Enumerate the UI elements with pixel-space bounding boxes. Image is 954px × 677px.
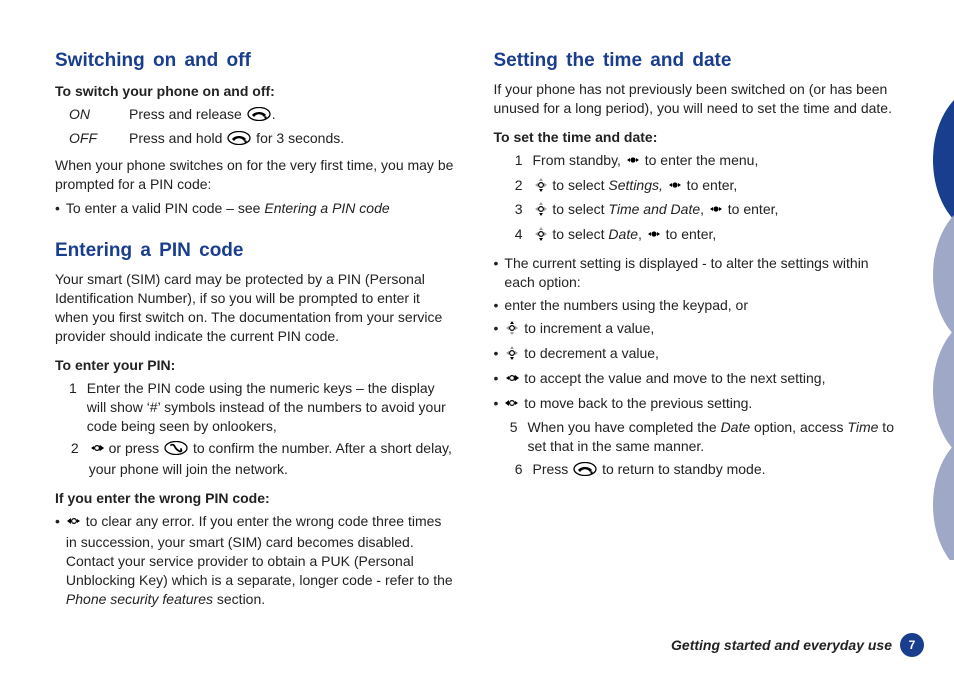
current-setting-bullet: The current setting is displayed - to al… <box>494 254 895 292</box>
time-step-4: to select Date, to enter, <box>533 225 717 246</box>
left-column: Switching on and off To switch your phon… <box>55 30 456 613</box>
nav-down-icon <box>534 227 548 246</box>
sub-bullet-back: to move back to the previous setting. <box>494 394 895 415</box>
sub-bullet-increment: to increment a value, <box>494 319 895 340</box>
sub-bullet-accept: to accept the value and move to the next… <box>494 369 895 390</box>
wrong-pin-bullet: to clear any error. If you enter the wro… <box>55 512 456 608</box>
time-step-1: From standby, to enter the menu, <box>533 151 759 172</box>
time-step-6: Press to return to standby mode. <box>533 460 766 481</box>
time-paragraph: If your phone has not previously been sw… <box>494 80 895 118</box>
off-text: Press and hold for 3 seconds. <box>129 129 344 150</box>
call-key-icon <box>164 441 188 460</box>
page-number: 7 <box>900 633 924 657</box>
nav-down-icon <box>534 178 548 197</box>
nav-right-icon <box>505 371 519 390</box>
end-key-icon <box>573 462 597 481</box>
right-column: Setting the time and date If your phone … <box>494 30 895 613</box>
heading-switching: Switching on and off <box>55 50 456 72</box>
sub-bullet-decrement: to decrement a value, <box>494 344 895 365</box>
time-step-5: When you have completed the Date option,… <box>528 418 894 456</box>
nav-center-icon <box>626 153 640 172</box>
set-time-label: To set the time and date: <box>494 128 895 147</box>
pin-paragraph: Your smart (SIM) card may be protected b… <box>55 270 456 346</box>
nav-down-icon <box>534 202 548 221</box>
footer: Getting started and everyday use 7 <box>671 633 924 657</box>
wrong-pin-label: If you enter the wrong PIN code: <box>55 489 456 508</box>
nav-center-icon <box>709 202 723 221</box>
time-step-3: to select Time and Date, to enter, <box>533 200 779 221</box>
nav-up-icon <box>505 321 519 340</box>
nav-right-icon <box>90 441 104 460</box>
nav-left-icon <box>67 514 81 533</box>
nav-center-icon <box>647 227 661 246</box>
nav-down-icon <box>505 346 519 365</box>
side-tabs <box>918 100 954 560</box>
on-label: ON <box>69 105 129 126</box>
heading-time: Setting the time and date <box>494 50 895 72</box>
pin-step-1: Enter the PIN code using the numeric key… <box>87 379 456 436</box>
footer-text: Getting started and everyday use <box>671 637 892 653</box>
on-text: Press and release . <box>129 105 276 126</box>
pin-step-2: or press to confirm the number. After a … <box>89 439 456 479</box>
enter-pin-label: To enter your PIN: <box>55 356 456 375</box>
switch-paragraph: When your phone switches on for the very… <box>55 156 456 194</box>
end-key-icon <box>247 107 271 126</box>
see-pin-bullet: To enter a valid PIN code – see Entering… <box>55 199 456 218</box>
nav-center-icon <box>668 178 682 197</box>
nav-left-icon <box>505 396 519 415</box>
end-key-icon <box>227 131 251 150</box>
time-step-2: to select Settings, to enter, <box>533 176 738 197</box>
sub-bullet-keypad: enter the numbers using the keypad, or <box>494 296 895 315</box>
off-label: OFF <box>69 129 129 150</box>
switch-instruction-label: To switch your phone on and off: <box>55 82 456 101</box>
heading-pin: Entering a PIN code <box>55 240 456 262</box>
